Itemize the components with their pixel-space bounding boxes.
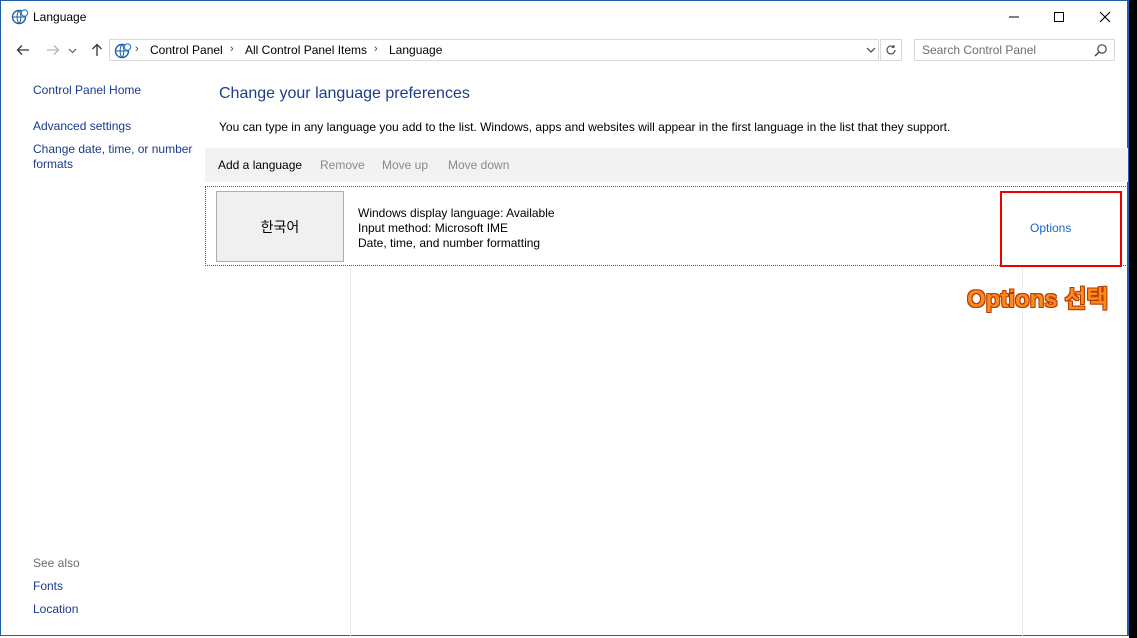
language-tile[interactable]: 한국어 bbox=[216, 191, 344, 262]
options-highlight-box bbox=[1000, 191, 1122, 267]
language-toolbar: Add a language Remove Move up Move down bbox=[205, 148, 1128, 182]
add-language-button[interactable]: Add a language bbox=[218, 158, 302, 172]
up-button[interactable] bbox=[86, 39, 108, 61]
refresh-icon bbox=[886, 45, 896, 55]
remove-button[interactable]: Remove bbox=[320, 158, 365, 172]
maximize-icon bbox=[1054, 12, 1064, 22]
window-frame: Language › Control Panel › All Control P… bbox=[0, 0, 1129, 636]
breadcrumb-all-items[interactable]: All Control Panel Items bbox=[245, 43, 367, 57]
arrow-up-icon bbox=[92, 43, 102, 56]
display-language-status: Windows display language: Available bbox=[358, 206, 555, 220]
sidebar-item-control-panel-home[interactable]: Control Panel Home bbox=[33, 83, 141, 98]
input-method: Input method: Microsoft IME bbox=[358, 221, 509, 235]
sidebar-item-change-formats[interactable]: Change date, time, or number formats bbox=[33, 142, 198, 172]
search-placeholder[interactable]: Search Control Panel bbox=[922, 43, 1036, 57]
forward-button[interactable] bbox=[42, 39, 64, 61]
globe-clock-icon bbox=[11, 9, 29, 25]
move-down-button[interactable]: Move down bbox=[448, 158, 509, 172]
breadcrumb-control-panel[interactable]: Control Panel bbox=[150, 43, 223, 57]
see-also-label: See also bbox=[33, 556, 80, 570]
minimize-button[interactable] bbox=[991, 1, 1037, 33]
maximize-button[interactable] bbox=[1036, 1, 1082, 33]
title-bar: Language bbox=[1, 1, 1128, 33]
minimize-icon bbox=[1009, 16, 1019, 18]
search-box[interactable]: Search Control Panel bbox=[914, 39, 1115, 61]
refresh-button[interactable] bbox=[880, 39, 902, 61]
breadcrumb-separator-icon: › bbox=[230, 43, 234, 55]
chevron-down-icon[interactable] bbox=[864, 43, 878, 57]
language-name: 한국어 bbox=[260, 218, 300, 235]
formatting-info: Date, time, and number formatting bbox=[358, 236, 541, 250]
window-title: Language bbox=[33, 10, 87, 24]
address-bar[interactable]: › Control Panel › All Control Panel Item… bbox=[109, 39, 879, 61]
breadcrumb-language[interactable]: Language bbox=[389, 43, 442, 57]
close-icon bbox=[1099, 11, 1111, 23]
screen-edge bbox=[1129, 0, 1137, 638]
annotation-label: Options 선택 bbox=[967, 286, 1109, 313]
column-divider bbox=[1022, 266, 1023, 636]
close-button[interactable] bbox=[1082, 1, 1128, 33]
see-also-location[interactable]: Location bbox=[33, 602, 78, 617]
language-details: Windows display language: Available Inpu… bbox=[358, 206, 555, 251]
breadcrumb-separator-icon: › bbox=[374, 43, 378, 55]
page-description: You can type in any language you add to … bbox=[219, 120, 951, 134]
breadcrumb-separator-icon: › bbox=[135, 43, 139, 55]
control-panel-icon bbox=[114, 43, 132, 59]
search-icon[interactable] bbox=[1094, 43, 1108, 57]
arrow-left-icon bbox=[16, 45, 29, 55]
back-button[interactable] bbox=[12, 39, 34, 61]
chevron-down-icon bbox=[68, 48, 76, 53]
arrow-right-icon bbox=[47, 45, 60, 55]
recent-locations-button[interactable] bbox=[65, 39, 79, 61]
language-list-item[interactable]: 한국어 Windows display language: Available … bbox=[205, 186, 1128, 266]
see-also-fonts[interactable]: Fonts bbox=[33, 579, 63, 594]
page-title: Change your language preferences bbox=[219, 85, 470, 102]
move-up-button[interactable]: Move up bbox=[382, 158, 428, 172]
sidebar-item-advanced-settings[interactable]: Advanced settings bbox=[33, 119, 131, 134]
column-divider bbox=[350, 266, 351, 636]
